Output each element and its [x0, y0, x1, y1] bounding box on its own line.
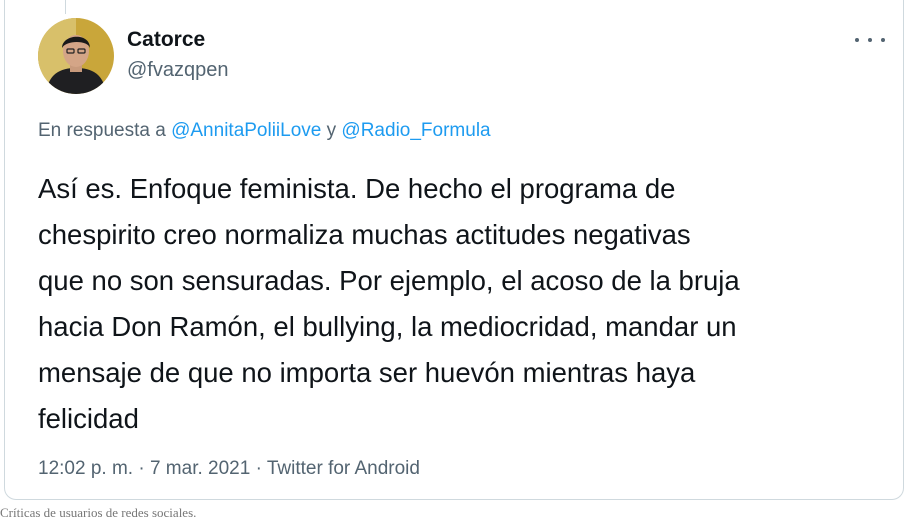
- tweet-metadata: 12:02 p. m. · 7 mar. 2021 · Twitter for …: [38, 458, 420, 480]
- mention-link[interactable]: @AnnitaPoliiLove: [171, 120, 321, 141]
- more-horizontal-icon: [855, 38, 859, 42]
- more-horizontal-icon-dot: [868, 38, 872, 42]
- tweet-source[interactable]: Twitter for Android: [267, 458, 420, 479]
- mention-link[interactable]: @Radio_Formula: [341, 120, 490, 141]
- display-name[interactable]: Catorce: [127, 28, 205, 52]
- meta-separator: ·: [138, 458, 145, 479]
- more-options-button[interactable]: [855, 30, 885, 50]
- reply-connector: y: [326, 120, 337, 141]
- thread-line: [65, 0, 66, 14]
- meta-separator: ·: [255, 458, 262, 479]
- reply-prefix: En respuesta a: [38, 120, 166, 141]
- tweet-text: Así es. Enfoque feminista. De hecho el p…: [38, 173, 740, 434]
- avatar[interactable]: [38, 18, 114, 94]
- tweet-time[interactable]: 12:02 p. m.: [38, 458, 133, 479]
- more-horizontal-icon-dot: [881, 38, 885, 42]
- tweet-date[interactable]: 7 mar. 2021: [150, 458, 250, 479]
- user-handle[interactable]: @fvazqpen: [127, 59, 228, 82]
- tweet-card: Catorce @fvazqpen En respuesta a @Annita…: [4, 0, 904, 500]
- reply-context: En respuesta a @AnnitaPoliiLove y @Radio…: [38, 120, 491, 142]
- image-caption: Críticas de usuarios de redes sociales.: [0, 505, 197, 520]
